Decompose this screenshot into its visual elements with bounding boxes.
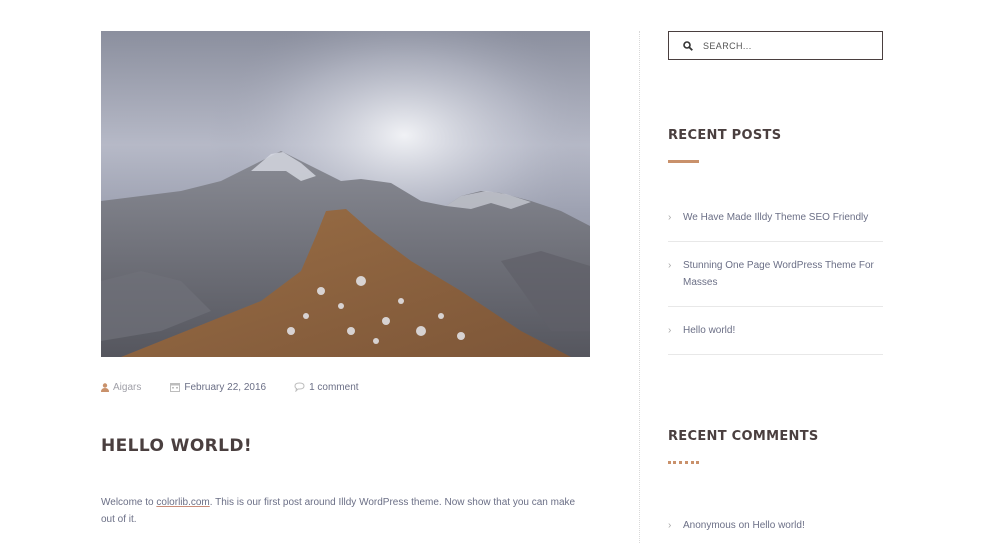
list-item[interactable]: › Stunning One Page WordPress Theme For … bbox=[668, 242, 883, 307]
meta-author[interactable]: Aigars bbox=[101, 382, 141, 393]
sidebar: RECENT POSTS › We Have Made Illdy Theme … bbox=[668, 31, 883, 531]
mountain-illustration bbox=[101, 31, 590, 357]
recent-posts-title: RECENT POSTS bbox=[668, 128, 782, 143]
recent-post-link[interactable]: We Have Made Illdy Theme SEO Friendly bbox=[683, 209, 868, 226]
list-item[interactable]: › We Have Made Illdy Theme SEO Friendly bbox=[668, 209, 883, 242]
recent-posts-list: › We Have Made Illdy Theme SEO Friendly … bbox=[668, 209, 883, 355]
colorlib-link[interactable]: colorlib.com bbox=[156, 497, 209, 508]
search-icon[interactable] bbox=[683, 40, 693, 51]
meta-author-name[interactable]: Aigars bbox=[113, 382, 141, 393]
list-item: › Anonymous on Hello world! bbox=[668, 517, 883, 534]
meta-date-text: February 22, 2016 bbox=[184, 381, 267, 393]
recent-posts-widget: RECENT POSTS › We Have Made Illdy Theme … bbox=[668, 128, 883, 355]
comment-author-link[interactable]: Anonymous bbox=[683, 520, 736, 531]
meta-comments[interactable]: 1 comment bbox=[294, 382, 359, 393]
meta-comments-link[interactable]: 1 comment bbox=[309, 382, 358, 393]
blog-post: Aigars February 22, 2016 1 comment HELLO… bbox=[101, 31, 590, 538]
meta-date: February 22, 2016 bbox=[170, 382, 266, 393]
user-icon bbox=[101, 382, 109, 392]
calendar-icon bbox=[170, 382, 181, 392]
recent-post-link[interactable]: Stunning One Page WordPress Theme For Ma… bbox=[683, 257, 883, 291]
search-input[interactable] bbox=[701, 39, 875, 52]
list-item[interactable]: › Hello world! bbox=[668, 307, 883, 355]
chevron-right-icon: › bbox=[668, 325, 672, 336]
recent-post-link[interactable]: Hello world! bbox=[683, 322, 735, 339]
chevron-right-icon: › bbox=[668, 260, 672, 271]
title-underline bbox=[668, 160, 699, 163]
recent-comments-widget: RECENT COMMENTS › Anonymous on Hello wor… bbox=[668, 429, 883, 534]
chevron-right-icon: › bbox=[668, 212, 672, 223]
comment-post-link[interactable]: Hello world! bbox=[753, 520, 805, 531]
comment-connector: on bbox=[735, 520, 753, 531]
column-divider bbox=[639, 31, 640, 543]
comment-entry: Anonymous on Hello world! bbox=[683, 517, 805, 534]
recent-comments-title: RECENT COMMENTS bbox=[668, 429, 819, 444]
chevron-right-icon: › bbox=[668, 520, 672, 531]
featured-image[interactable] bbox=[101, 31, 590, 357]
post-title[interactable]: HELLO WORLD! bbox=[101, 436, 590, 456]
post-meta: Aigars February 22, 2016 1 comment bbox=[101, 379, 590, 395]
recent-comments-list: › Anonymous on Hello world! bbox=[668, 517, 883, 534]
excerpt-text-before: Welcome to bbox=[101, 497, 157, 508]
title-underline bbox=[668, 461, 699, 464]
search-box[interactable] bbox=[668, 31, 883, 60]
comment-icon bbox=[294, 382, 305, 392]
post-excerpt: Welcome to colorlib.com. This is our fir… bbox=[101, 494, 581, 528]
